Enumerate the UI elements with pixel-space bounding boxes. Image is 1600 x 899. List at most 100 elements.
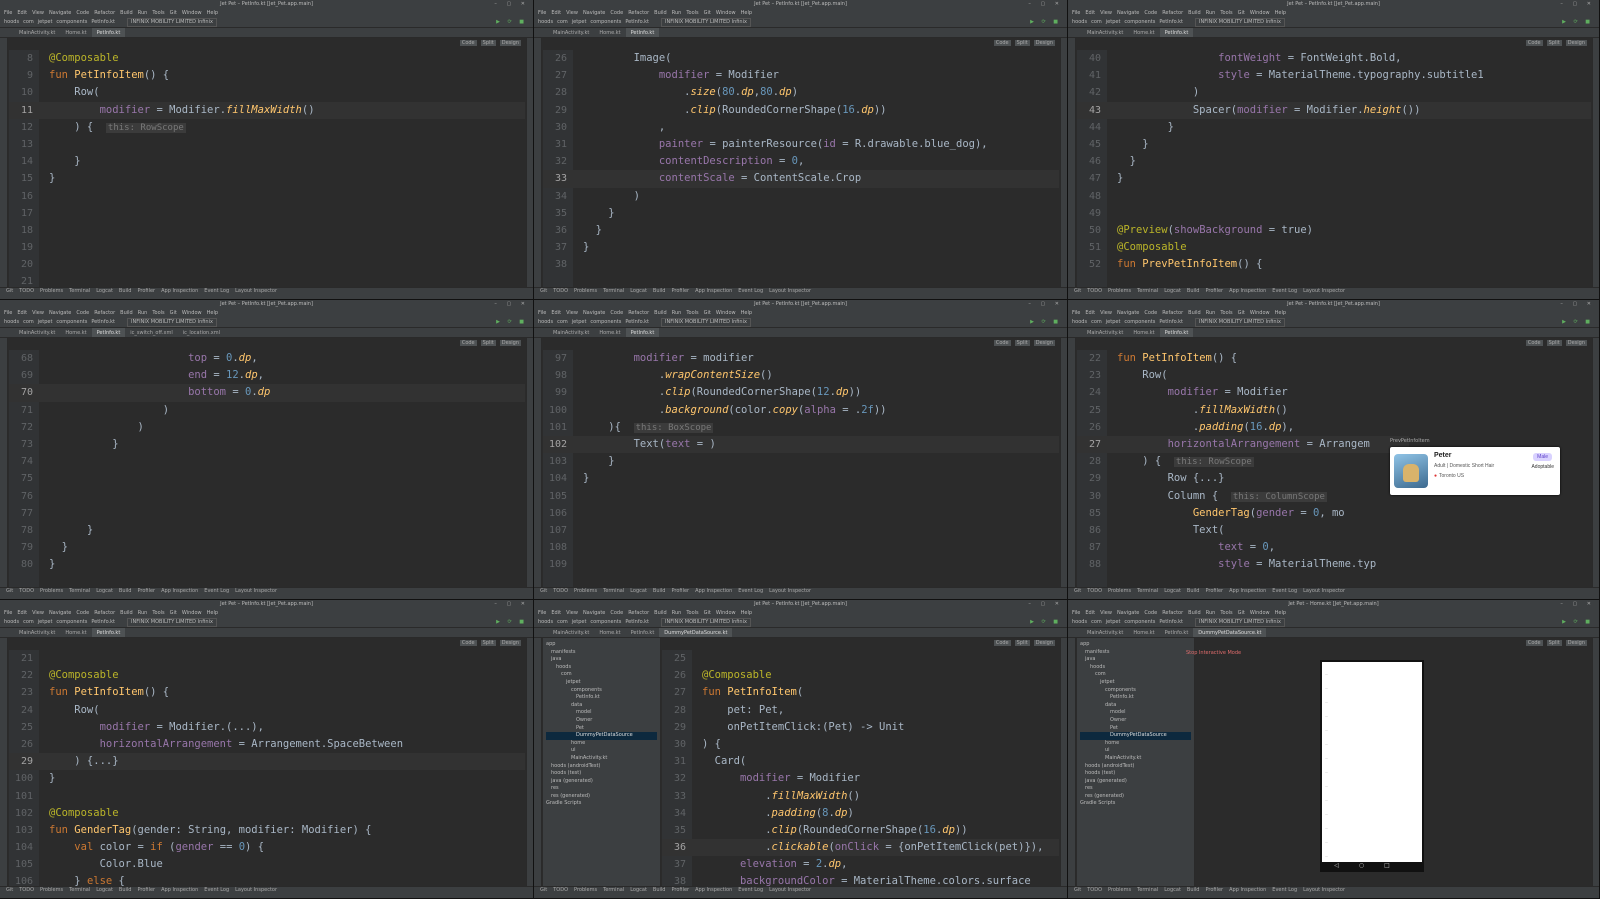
menu-item-code[interactable]: Code [610, 610, 623, 616]
view-mode-code[interactable]: Code [459, 640, 477, 646]
device-selector[interactable]: INFINIX MOBILITY LIMITED Infinix [127, 318, 217, 327]
editor-tab[interactable]: Home.kt [1128, 328, 1159, 337]
tool-window-problems[interactable]: Problems [1108, 588, 1131, 594]
tree-node[interactable]: model [1080, 709, 1191, 717]
menu-item-code[interactable]: Code [1144, 610, 1157, 616]
code-text[interactable]: .clip(RoundedCornerShape(16.dp)) [702, 822, 1059, 839]
menu-item-view[interactable]: View [566, 10, 578, 16]
menu-item-help[interactable]: Help [1275, 10, 1286, 16]
breadcrumb-item[interactable]: components [590, 319, 621, 325]
tree-node[interactable]: Pet [546, 725, 657, 733]
menu-item-git[interactable]: Git [704, 610, 711, 616]
code-text[interactable]: Row( [49, 702, 525, 719]
left-tool-strip[interactable] [534, 38, 542, 289]
code-text[interactable]: Row( [49, 84, 525, 101]
run-icon[interactable]: ▶ ⟳ ■ [1030, 617, 1061, 627]
code-text[interactable]: } [49, 539, 525, 556]
run-icon[interactable]: ▶ ⟳ ■ [1562, 617, 1593, 627]
tool-window-logcat[interactable]: Logcat [1164, 288, 1181, 294]
tool-window-app-inspection[interactable]: App Inspection [1229, 887, 1266, 893]
tool-window-build[interactable]: Build [119, 288, 132, 294]
code-text[interactable]: ) [1117, 84, 1591, 101]
menu-item-build[interactable]: Build [120, 310, 133, 316]
code-text[interactable]: @Composable [702, 667, 1059, 684]
menu-item-tools[interactable]: Tools [686, 310, 698, 316]
breadcrumb-item[interactable]: hoods [4, 319, 19, 325]
tool-window-event-log[interactable]: Event Log [1272, 288, 1297, 294]
editor-tab[interactable]: PetInfo.kt [91, 28, 126, 37]
tool-window-git[interactable]: Git [1074, 588, 1081, 594]
menu-item-window[interactable]: Window [716, 610, 736, 616]
code-text[interactable]: backgroundColor = MaterialTheme.colors.s… [702, 873, 1059, 886]
menu-item-edit[interactable]: Edit [1085, 10, 1095, 16]
tool-window-app-inspection[interactable]: App Inspection [161, 288, 198, 294]
editor-tab[interactable]: PetInfo.kt [91, 628, 126, 637]
code-text[interactable]: } [1117, 136, 1591, 153]
menu-item-build[interactable]: Build [120, 10, 133, 16]
menu-item-navigate[interactable]: Navigate [49, 310, 71, 316]
code-text[interactable]: @Composable [49, 667, 525, 684]
menu-item-tools[interactable]: Tools [1220, 10, 1232, 16]
view-mode-design[interactable]: Design [499, 40, 521, 46]
editor-tab[interactable]: Home.kt [60, 628, 91, 637]
tool-window-git[interactable]: Git [1074, 887, 1081, 893]
editor-tab[interactable]: PetInfo.kt [625, 328, 660, 337]
editor-tab[interactable]: MainActivity.kt [548, 628, 594, 637]
tree-node[interactable]: DummyPetDataSource [1080, 732, 1191, 740]
editor-tab[interactable]: MainActivity.kt [14, 328, 60, 337]
menu-item-edit[interactable]: Edit [17, 310, 27, 316]
menu-item-refactor[interactable]: Refactor [94, 610, 115, 616]
code-text[interactable]: onPetItemClick:(Pet) -> Unit [702, 719, 1059, 736]
tool-window-logcat[interactable]: Logcat [96, 288, 113, 294]
code-text[interactable]: fontWeight = FontWeight.Bold, [1117, 50, 1591, 67]
tool-window-problems[interactable]: Problems [574, 288, 597, 294]
tree-node[interactable]: model [546, 709, 657, 717]
menu-item-navigate[interactable]: Navigate [583, 610, 605, 616]
menu-item-help[interactable]: Help [741, 610, 752, 616]
code-text[interactable]: @Preview(showBackground = true) [1117, 222, 1591, 239]
tool-window-build[interactable]: Build [653, 288, 666, 294]
view-mode-design[interactable]: Design [499, 640, 521, 646]
menu-item-refactor[interactable]: Refactor [628, 310, 649, 316]
view-mode-code[interactable]: Code [993, 40, 1011, 46]
view-mode-code[interactable]: Code [459, 340, 477, 346]
menu-item-view[interactable]: View [566, 610, 578, 616]
editor-tab[interactable]: MainActivity.kt [548, 328, 594, 337]
tool-window-problems[interactable]: Problems [1108, 887, 1131, 893]
code-text[interactable]: Column { this: ColumnScope [1117, 488, 1409, 506]
window-controls[interactable]: – ▢ ✕ [1028, 0, 1063, 9]
editor-tab[interactable]: Home.kt [1128, 28, 1159, 37]
code-editor[interactable]: 40 fontWeight = FontWeight.Bold, 41 style… [1077, 50, 1591, 287]
code-text[interactable]: .clip(RoundedCornerShape(16.dp)) [583, 102, 1059, 119]
menu-item-window[interactable]: Window [182, 10, 202, 16]
menu-item-git[interactable]: Git [1238, 610, 1245, 616]
code-text[interactable]: GenderTag(gender = 0, mo [1117, 505, 1409, 522]
view-mode-design[interactable]: Design [1565, 340, 1587, 346]
breadcrumb-item[interactable]: components [590, 19, 621, 25]
tool-window-todo[interactable]: TODO [1087, 588, 1102, 594]
menu-item-help[interactable]: Help [207, 310, 218, 316]
pet-preview-card[interactable]: Peter Adult | Domestic Short Hair Toronto … [1390, 447, 1560, 495]
menu-item-run[interactable]: Run [672, 310, 682, 316]
tool-window-build[interactable]: Build [1187, 288, 1200, 294]
tool-window-problems[interactable]: Problems [1108, 288, 1131, 294]
menu-item-code[interactable]: Code [76, 310, 89, 316]
menu-item-window[interactable]: Window [716, 10, 736, 16]
menu-item-refactor[interactable]: Refactor [1162, 610, 1183, 616]
breadcrumb-item[interactable]: PetInfo.kt [1159, 19, 1183, 25]
menu-item-help[interactable]: Help [741, 10, 752, 16]
tree-node[interactable]: com [546, 671, 657, 679]
tree-node[interactable]: hoods [1080, 664, 1191, 672]
tool-window-profiler[interactable]: Profiler [1205, 588, 1223, 594]
tree-node[interactable]: Gradle Scripts [546, 800, 657, 808]
device-selector[interactable]: INFINIX MOBILITY LIMITED Infinix [661, 618, 751, 627]
code-text[interactable]: ) [583, 188, 1059, 205]
tool-window-app-inspection[interactable]: App Inspection [695, 588, 732, 594]
code-text[interactable]: ) { this: RowScope [1117, 453, 1409, 471]
code-text[interactable]: .padding(16.dp), [1117, 419, 1409, 436]
view-mode-split[interactable]: Split [1546, 340, 1562, 346]
menu-item-navigate[interactable]: Navigate [1117, 310, 1139, 316]
breadcrumb-item[interactable]: hoods [1072, 319, 1087, 325]
code-editor[interactable]: 26 Image(27 modifier = Modifier 28 .size(… [543, 50, 1059, 287]
code-text[interactable]: contentScale = ContentScale.Crop [583, 170, 1059, 187]
